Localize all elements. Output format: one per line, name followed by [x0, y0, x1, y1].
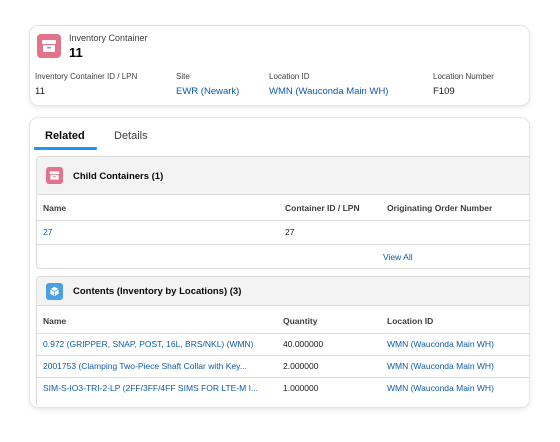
column-header-order-number[interactable]: Originating Order Number: [387, 203, 492, 213]
column-header-container-id[interactable]: Container ID / LPN: [285, 203, 360, 213]
child-containers-view-all-link[interactable]: View All: [383, 252, 413, 262]
column-header-name[interactable]: Name: [43, 203, 66, 213]
content-item-name-link[interactable]: 2001753 (Clamping Two-Piece Shaft Collar…: [43, 361, 275, 371]
row-divider: [37, 355, 529, 356]
row-divider: [37, 220, 529, 221]
field-label-site: Site: [176, 72, 190, 81]
record-name: 11: [69, 45, 83, 60]
child-containers-header: Child Containers (1): [37, 157, 529, 195]
location-id-link[interactable]: WMN (Wauconda Main WH): [269, 86, 388, 97]
cube-icon: [46, 283, 63, 300]
tab-bar: Related Details: [30, 118, 529, 152]
field-value-location-number: F109: [433, 86, 455, 97]
content-item-quantity: 40.000000: [283, 339, 324, 349]
child-container-id: 27: [285, 227, 295, 237]
tab-details[interactable]: Details: [114, 130, 148, 142]
content-item-quantity: 2.000000: [283, 361, 319, 371]
child-containers-list: Child Containers (1) Name Container ID /…: [36, 156, 529, 269]
field-label-container-id: Inventory Container ID / LPN: [35, 72, 138, 81]
site-link[interactable]: EWR (Newark): [176, 86, 239, 97]
row-divider: [37, 244, 529, 245]
field-value-container-id: 11: [35, 86, 45, 97]
contents-list: Contents (Inventory by Locations) (3) Na…: [36, 276, 529, 407]
content-item-location-link[interactable]: WMN (Wauconda Main WH): [387, 383, 527, 393]
active-tab-indicator: [34, 147, 97, 150]
child-containers-title[interactable]: Child Containers (1): [73, 171, 163, 182]
content-item-name-link[interactable]: SIM-S-IO3-TRI-2-LP (2FF/3FF/4FF SIMS FOR…: [43, 383, 275, 393]
related-panel: Related Details Child Containers (1) Nam…: [30, 118, 529, 407]
content-item-location-link[interactable]: WMN (Wauconda Main WH): [387, 361, 527, 371]
tab-related[interactable]: Related: [45, 130, 85, 142]
column-header-quantity[interactable]: Quantity: [283, 316, 317, 326]
content-item-name-link[interactable]: 0.972 (GRIPPER, SNAP, POST, 16L, BRS/NKL…: [43, 339, 275, 349]
content-item-location-link[interactable]: WMN (Wauconda Main WH): [387, 339, 527, 349]
inventory-box-icon: [37, 34, 61, 58]
inventory-box-icon: [46, 167, 63, 184]
field-label-location-number: Location Number: [433, 72, 494, 81]
contents-title[interactable]: Contents (Inventory by Locations) (3): [73, 286, 241, 297]
field-label-location-id: Location ID: [269, 72, 310, 81]
column-header-location-id[interactable]: Location ID: [387, 316, 433, 326]
row-divider: [37, 377, 529, 378]
record-header: Inventory Container 11 Inventory Contain…: [30, 26, 529, 105]
object-type-label: Inventory Container: [69, 33, 148, 43]
contents-header: Contents (Inventory by Locations) (3): [37, 277, 529, 306]
child-container-name-link[interactable]: 27: [43, 227, 273, 237]
row-divider: [37, 333, 529, 334]
column-header-name[interactable]: Name: [43, 316, 66, 326]
content-item-quantity: 1.000000: [283, 383, 319, 393]
